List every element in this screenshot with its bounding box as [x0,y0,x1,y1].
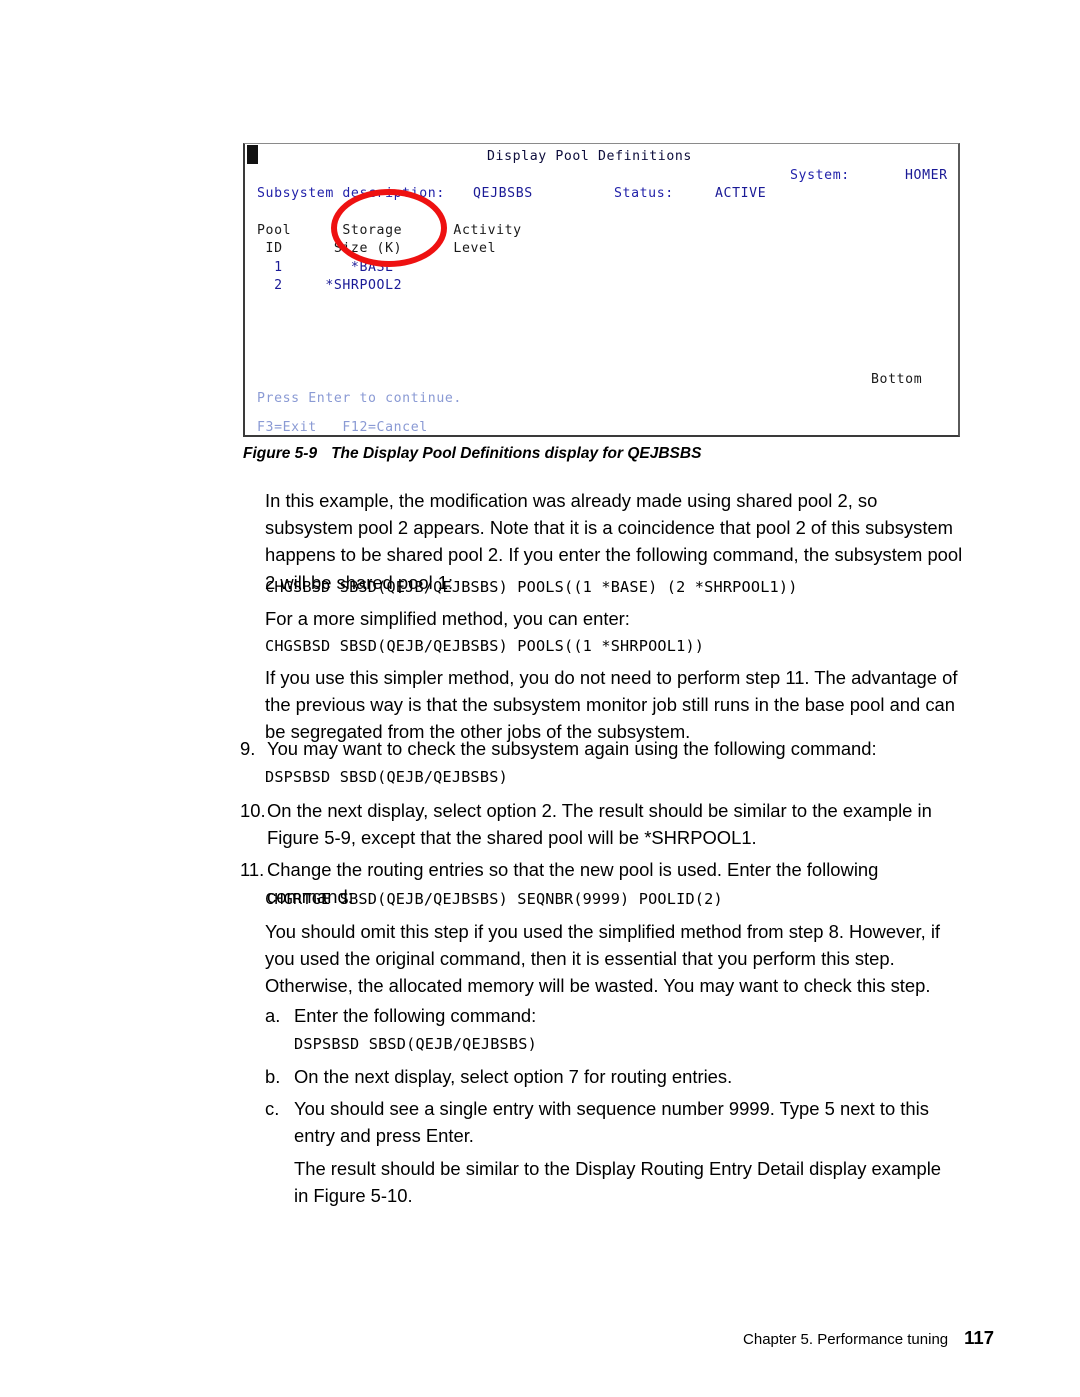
list-marker-9: 9. [240,738,256,759]
terminal-system-label: System: [790,168,850,183]
list-text-step-9: You may want to check the subsystem agai… [267,738,877,759]
list-text-step-10: On the next display, select option 2. Th… [267,800,932,849]
terminal-subsystem-label: Subsystem description: [257,186,445,201]
code-dspsbsd-step9: DSPSBSD SBSD(QEJB/QEJBSBS) [265,768,508,786]
list-marker-10: 10. [240,800,266,821]
terminal-screenshot: Display Pool Definitions System: HOMER S… [243,143,960,437]
terminal-pool-row-1: 1 *BASE [257,260,394,275]
list-item-step-c: c. You should see a single entry with se… [265,1095,965,1149]
paragraph-result-reference: The result should be similar to the Disp… [294,1158,942,1207]
code-chgsbsd-pools-shrpool1: CHGSBSD SBSD(QEJB/QEJBSBS) POOLS((1 *SHR… [265,637,705,655]
figure-caption: Figure 5-9 The Display Pool Definitions d… [243,445,701,463]
terminal-column-header-line2: ID Size (K) Level [257,241,497,256]
list-text-step-b: On the next display, select option 7 for… [294,1066,733,1087]
figure-caption-number: Figure 5-9 [243,445,318,462]
terminal-subsystem-value: QEJBSBS [473,186,533,201]
footer-chapter-label: Chapter 5. Performance tuning [743,1331,949,1348]
terminal-status-value: ACTIVE [715,186,767,201]
list-marker-a: a. [265,1005,281,1026]
terminal-system-value: HOMER [905,168,948,183]
terminal-cursor-block [247,145,258,164]
footer-page-number: 117 [964,1327,994,1348]
terminal-status-label: Status: [614,186,674,201]
terminal-press-enter-prompt: Press Enter to continue. [257,391,462,406]
terminal-function-keys: F3=Exit F12=Cancel [257,420,428,435]
paragraph-simplified-method: For a more simplified method, you can en… [265,608,630,629]
list-item-step-10: 10. On the next display, select option 2… [240,797,940,851]
code-chgsbsd-pools-base-shrpool1: CHGSBSD SBSD(QEJB/QEJBSBS) POOLS((1 *BAS… [265,578,798,596]
paragraph-simpler-method-advantage: If you use this simpler method, you do n… [265,667,958,743]
list-item-step-a: a. Enter the following command: [265,1002,945,1029]
code-chgrtge-seqnbr-poolid: CHGRTGE SBSD(QEJB/QEJBSBS) SEQNBR(9999) … [265,890,723,908]
paragraph-omit-step-note: You should omit this step if you used th… [265,921,941,997]
list-item-step-9: 9. You may want to check the subsystem a… [240,735,965,762]
page-footer: Chapter 5. Performance tuning 117 [0,1327,1080,1349]
figure-caption-text: The Display Pool Definitions display for… [331,445,702,462]
list-marker-c: c. [265,1098,280,1119]
terminal-column-header-line1: Pool Storage Activity [257,223,522,238]
terminal-pool-row-2: 2 *SHRPOOL2 [257,278,403,293]
list-text-step-c: You should see a single entry with seque… [294,1098,929,1147]
figure-5-9: Display Pool Definitions System: HOMER S… [243,143,960,437]
list-item-step-b: b. On the next display, select option 7 … [265,1063,945,1090]
code-dspsbsd-step-a: DSPSBSD SBSD(QEJB/QEJBSBS) [294,1035,537,1053]
list-marker-b: b. [265,1066,281,1087]
list-text-step-a: Enter the following command: [294,1005,537,1026]
terminal-bottom-indicator: Bottom [871,372,923,387]
list-marker-11: 11. [240,859,265,880]
terminal-title: Display Pool Definitions [487,149,692,164]
